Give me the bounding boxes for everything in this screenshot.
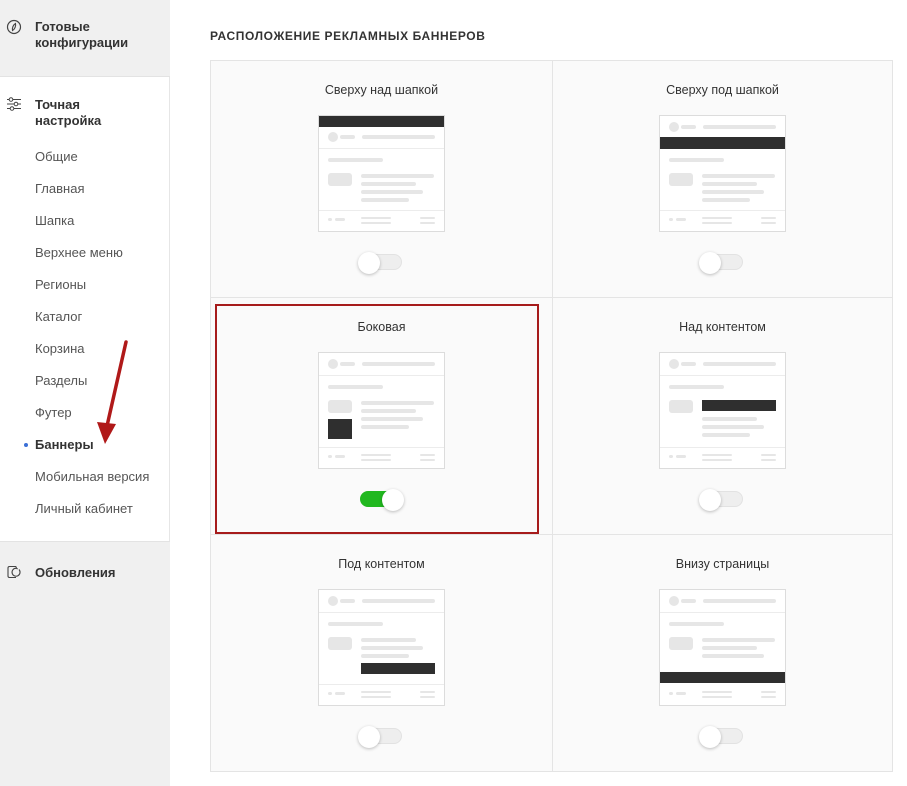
layout-preview — [659, 115, 786, 232]
sidebar-item-catalog[interactable]: Каталог — [35, 309, 82, 325]
sidebar-item-banners[interactable]: Баннеры — [35, 437, 94, 453]
layout-preview — [318, 115, 445, 232]
option-label: Боковая — [357, 320, 406, 334]
sidebar-item-header[interactable]: Шапка — [35, 213, 74, 229]
enable-toggle[interactable] — [699, 252, 743, 274]
banner-block — [319, 116, 444, 127]
sidebar-item-cart[interactable]: Корзина — [35, 341, 85, 357]
toggle-knob — [358, 252, 380, 274]
option-label: Сверху над шапкой — [324, 83, 439, 97]
layout-preview — [318, 589, 445, 706]
annotation-arrow-icon — [97, 340, 128, 444]
sidebar-item-regions[interactable]: Регионы — [35, 277, 86, 293]
toggle-knob — [358, 726, 380, 748]
option-label: Внизу страницы — [675, 557, 770, 571]
banner-option-below-header[interactable]: Сверху под шапкой — [552, 61, 893, 298]
fine-tuning-title[interactable]: Точная настройка — [35, 97, 101, 129]
sidebar-item-general[interactable]: Общие — [35, 149, 78, 165]
updates-title: Обновления — [35, 565, 116, 580]
sidebar-item-mobile[interactable]: Мобильная версия — [35, 469, 149, 485]
enable-toggle[interactable] — [358, 726, 402, 748]
banner-settings-page: Готовые конфигурации Точная настройка Об… — [0, 0, 907, 786]
banner-option-side[interactable]: Боковая — [211, 298, 552, 535]
sidebar-item-main[interactable]: Главная — [35, 181, 84, 197]
banner-option-page-bottom[interactable]: Внизу страницы — [552, 535, 893, 772]
toggle-knob — [699, 252, 721, 274]
ready-configs-title: Готовые конфигурации — [35, 19, 129, 50]
banner-option-below-content[interactable]: Под контентом — [211, 535, 552, 772]
layout-preview — [659, 352, 786, 469]
update-icon — [7, 565, 21, 579]
toggle-knob — [699, 726, 721, 748]
banner-option-above-content[interactable]: Над контентом — [552, 298, 893, 535]
sidebar-item-account[interactable]: Личный кабинет — [35, 501, 133, 517]
enable-toggle[interactable] — [360, 489, 404, 511]
page-title: РАСПОЛОЖЕНИЕ РЕКЛАМНЫХ БАННЕРОВ — [210, 29, 486, 43]
sidebar-item-top-menu[interactable]: Верхнее меню — [35, 245, 123, 261]
active-item-dot — [24, 443, 28, 447]
layout-preview — [659, 589, 786, 706]
option-label: Под контентом — [338, 557, 425, 571]
banner-block — [660, 137, 785, 149]
sidebar-item-footer[interactable]: Футер — [35, 405, 72, 421]
sidebar-section-ready-configs[interactable]: Готовые конфигурации — [0, 0, 170, 77]
enable-toggle[interactable] — [699, 726, 743, 748]
banner-option-above-header[interactable]: Сверху над шапкой — [211, 61, 552, 298]
sidebar-section-updates[interactable]: Обновления — [0, 541, 170, 786]
option-label: Над контентом — [679, 320, 766, 334]
banner-position-grid: Сверху над шапкой Сверху под шапкой Боко… — [210, 60, 893, 772]
option-label: Сверху под шапкой — [666, 83, 779, 97]
banner-block — [328, 419, 352, 439]
layout-preview — [318, 352, 445, 469]
settings-sidebar: Готовые конфигурации Точная настройка Об… — [0, 0, 170, 786]
sidebar-item-sections[interactable]: Разделы — [35, 373, 87, 389]
compass-icon — [6, 19, 22, 35]
enable-toggle[interactable] — [358, 252, 402, 274]
banner-block — [660, 672, 785, 683]
toggle-knob — [699, 489, 721, 511]
banner-block — [361, 663, 435, 674]
enable-toggle[interactable] — [699, 489, 743, 511]
banner-block — [702, 400, 776, 411]
toggle-knob — [382, 489, 404, 511]
sliders-icon — [7, 97, 21, 111]
